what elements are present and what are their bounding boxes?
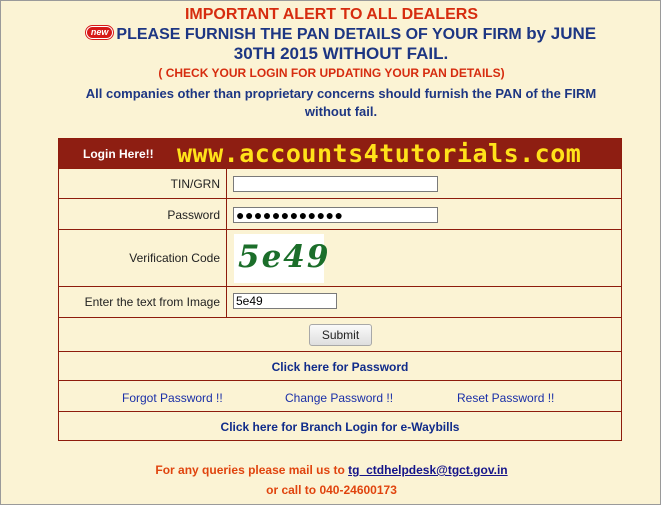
submit-row: Submit: [59, 317, 621, 352]
password-link[interactable]: Click here for Password: [59, 360, 621, 374]
login-header: Login Here!! www.accounts4tutorials.com: [59, 139, 621, 168]
login-panel: Login Here!! www.accounts4tutorials.com …: [58, 138, 622, 441]
companies-note: All companies other than proprietary con…: [85, 86, 597, 119]
account-links-row: Forgot Password !! Change Password !! Re…: [59, 380, 621, 412]
image-text-label: Enter the text from Image: [84, 295, 220, 309]
password-input[interactable]: ●●●●●●●●●●●●: [233, 207, 438, 223]
image-text-input[interactable]: [233, 293, 337, 309]
tin-label: TIN/GRN: [170, 177, 220, 191]
password-row: Password ●●●●●●●●●●●●: [59, 198, 621, 230]
branch-login-row: Click here for Branch Login for e-Waybil…: [59, 411, 621, 441]
queries-footer: For any queries please mail us to tg_ctd…: [1, 463, 661, 477]
alert-title: IMPORTANT ALERT TO ALL DEALERS: [184, 6, 479, 23]
captcha-text: 5e49: [238, 239, 331, 275]
captcha-image: 5e49: [234, 234, 328, 283]
new-badge-icon: new: [85, 26, 114, 39]
forgot-password-link[interactable]: Forgot Password !!: [122, 391, 223, 405]
queries-text: For any queries please mail us to: [155, 463, 345, 477]
tin-row: TIN/GRN: [59, 168, 621, 199]
submit-button[interactable]: Submit: [309, 324, 372, 346]
login-header-label: Login Here!!: [83, 147, 154, 161]
change-password-link[interactable]: Change Password !!: [285, 391, 393, 405]
reset-password-link[interactable]: Reset Password !!: [457, 391, 554, 405]
verification-row: Verification Code 5e49: [59, 229, 621, 287]
pan-alert-message: new PLEASE FURNISH THE PAN DETAILS OF YOU…: [61, 24, 621, 64]
helpdesk-email-link[interactable]: tg_ctdhelpdesk@tgct.gov.in: [348, 463, 508, 477]
image-text-row: Enter the text from Image: [59, 286, 621, 318]
pan-alert-main: PLEASE FURNISH THE PAN DETAILS OF YOUR F…: [116, 26, 522, 43]
watermark-text: www.accounts4tutorials.com: [177, 139, 582, 168]
password-link-row: Click here for Password: [59, 351, 621, 381]
branch-login-link[interactable]: Click here for Branch Login for e-Waybil…: [59, 420, 621, 434]
verification-label: Verification Code: [129, 251, 220, 265]
call-footer: or call to 040-24600173: [266, 483, 397, 497]
pan-alert-date: 30TH 2015 WITHOUT FAIL.: [233, 44, 449, 63]
pan-alert-by: by JUNE: [526, 24, 597, 43]
tin-input[interactable]: [233, 176, 438, 192]
password-label: Password: [167, 208, 220, 222]
check-login-note: ( CHECK YOUR LOGIN FOR UPDATING YOUR PAN…: [158, 66, 505, 80]
